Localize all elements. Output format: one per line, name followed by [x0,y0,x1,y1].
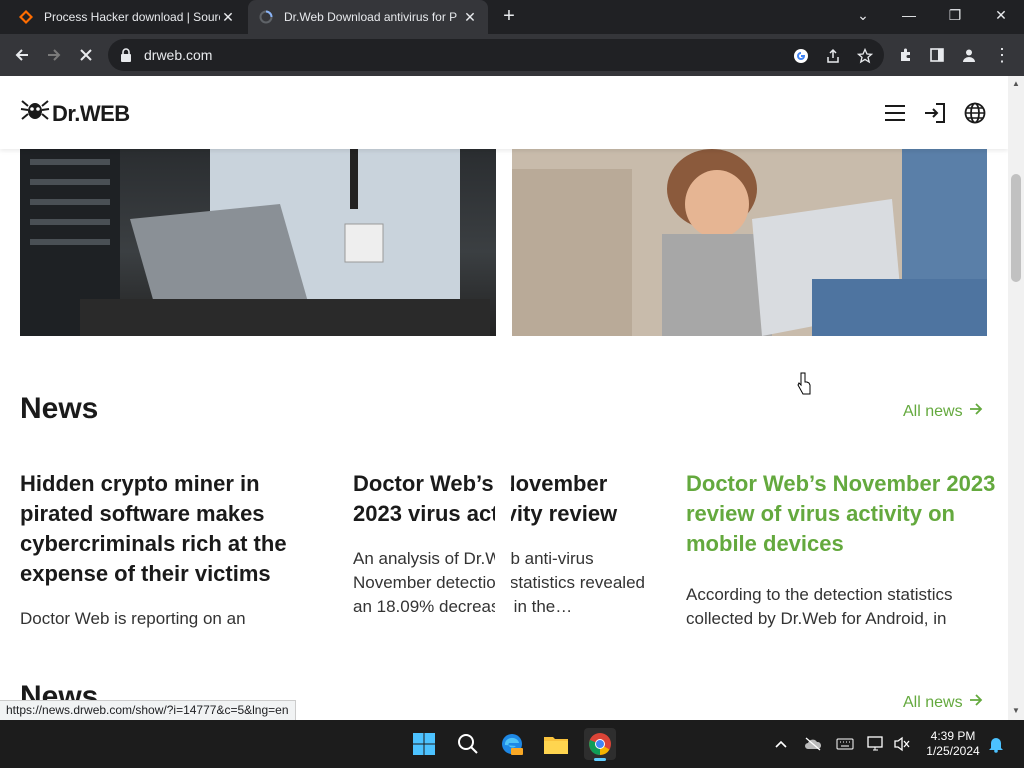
close-tab-icon[interactable]: ✕ [462,9,478,26]
clock-time: 4:39 PM [930,729,976,743]
close-window-button[interactable]: ✕ [978,0,1024,30]
google-lens-icon[interactable] [792,47,810,65]
all-news-link-second[interactable]: All news [903,693,983,712]
page-scrollbar[interactable]: ▲ ▼ [1008,76,1024,720]
url-text: drweb.com [144,47,213,63]
back-button[interactable] [8,41,36,69]
hero-image-server-room[interactable] [20,149,496,336]
stop-loading-button[interactable] [72,41,100,69]
clock-date: 1/25/2024 [926,744,980,758]
extensions-puzzle-icon[interactable] [892,41,920,69]
share-icon[interactable] [824,47,842,65]
news-card-excerpt: Doctor Web is reporting on an [20,609,246,628]
render-glitch-strip [495,469,511,709]
site-header: Dr.WEB [0,76,1008,149]
loading-spinner-icon [258,9,274,25]
profile-avatar-icon[interactable] [955,41,983,69]
forward-button[interactable] [40,41,68,69]
edge-beta-icon[interactable] [496,728,528,760]
file-explorer-icon[interactable] [540,728,572,760]
spider-logo-icon [20,98,50,130]
logo-text: Dr.WEB [52,101,130,126]
lock-icon [120,48,134,62]
tab-search-icon[interactable]: ⌄ [840,0,886,30]
tray-overflow-chevron-icon[interactable] [771,734,791,754]
keyboard-icon[interactable] [835,734,855,754]
browser-tab-bar: Process Hacker download | Sourc ✕ Dr.Web… [0,0,1024,34]
sourceforge-icon [18,9,34,25]
login-icon[interactable] [922,100,948,126]
system-clock[interactable]: 4:39 PM 1/25/2024 [916,729,990,759]
tab-drweb[interactable]: Dr.Web Download antivirus for P ✕ [248,0,488,34]
tab-title: Dr.Web Download antivirus for P [284,10,458,24]
globe-language-icon[interactable] [962,100,988,126]
hamburger-menu-icon[interactable] [882,100,908,126]
news-card-hovered[interactable]: Doctor Web’s November 2023 review of vir… [686,469,996,631]
hand-pointer-cursor-icon [797,372,811,401]
minimize-button[interactable]: — [886,0,932,30]
drweb-logo[interactable]: Dr.WEB [20,98,130,130]
side-panel-icon[interactable] [923,41,951,69]
new-tab-button[interactable]: + [498,6,520,28]
all-news-label: All news [903,402,963,420]
notification-bell-icon[interactable] [986,734,1006,754]
browser-toolbar: drweb.com ⋮ [0,34,1024,76]
bookmark-star-icon[interactable] [856,47,874,65]
news-card-title[interactable]: Doctor Web’s November 2023 review of vir… [686,469,996,559]
chrome-icon[interactable] [584,728,616,761]
windows-start-icon[interactable] [408,728,440,760]
scroll-up-arrow-icon[interactable]: ▲ [1012,80,1020,88]
tab-title: Process Hacker download | Sourc [44,10,220,24]
network-icon[interactable] [866,734,886,754]
news-card-excerpt: According to the detection statistics co… [686,585,953,628]
address-bar[interactable]: drweb.com [108,39,884,71]
search-icon[interactable] [452,728,484,760]
link-status-bubble: https://news.drweb.com/show/?i=14777&c=5… [0,700,296,720]
browser-menu-icon[interactable]: ⋮ [988,41,1016,69]
onedrive-icon[interactable] [803,734,823,754]
scroll-down-arrow-icon[interactable]: ▼ [1012,707,1020,715]
volume-muted-icon[interactable] [892,734,912,754]
windows-taskbar: 4:39 PM 1/25/2024 [0,720,1024,768]
scrollbar-thumb[interactable] [1011,174,1021,282]
arrow-right-icon [969,693,983,712]
arrow-right-icon [969,402,983,421]
hero-image-family-laptop[interactable] [512,149,987,336]
all-news-link[interactable]: All news [903,402,983,421]
page-viewport: Dr.WEB News All news Hidden crypto miner… [0,76,1008,720]
restore-button[interactable]: ❐ [932,0,978,30]
close-tab-icon[interactable]: ✕ [220,9,236,26]
news-heading: News [20,392,99,425]
news-card[interactable]: Doctor Web’s November 2023 virus activit… [353,469,653,709]
tab-process-hacker[interactable]: Process Hacker download | Sourc ✕ [8,0,246,34]
news-card[interactable]: Hidden crypto miner in pirated software … [20,469,320,631]
news-card-title[interactable]: Hidden crypto miner in pirated software … [20,469,320,589]
all-news-label: All news [903,693,963,711]
